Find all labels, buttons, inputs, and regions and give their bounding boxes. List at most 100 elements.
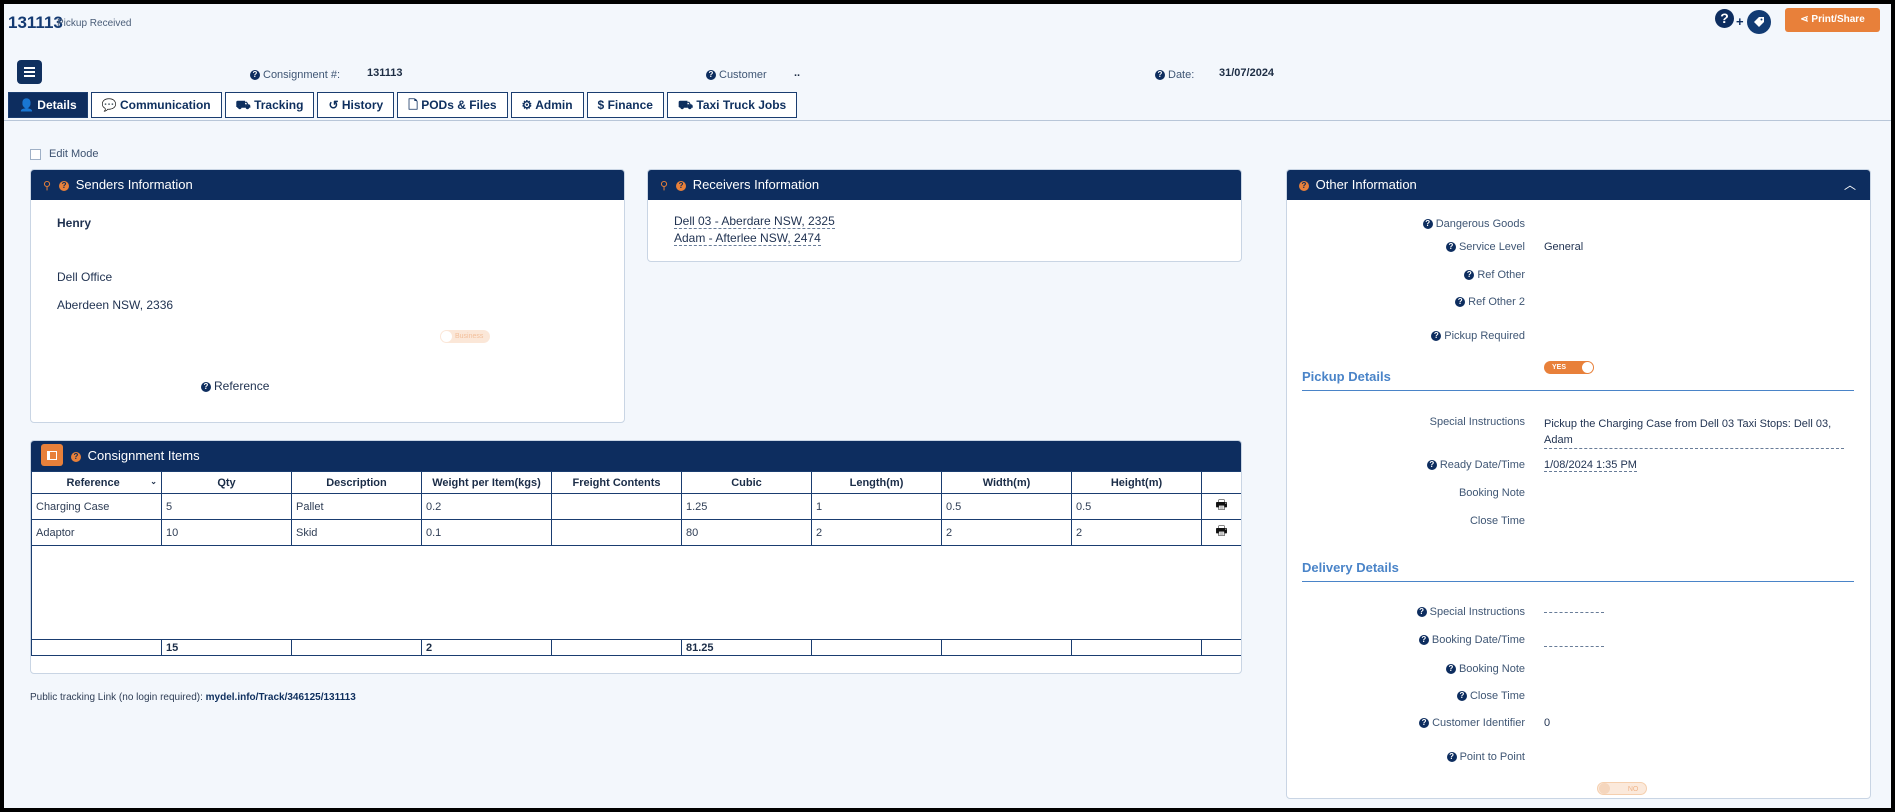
pickup-details-title: Pickup Details: [1302, 369, 1391, 384]
delivery-booking-note-label: Booking Note: [1458, 663, 1525, 675]
columns-toggle-button[interactable]: [41, 444, 63, 467]
help-icon[interactable]: ?: [1455, 297, 1466, 308]
consignment-number-field: ? Consignment #:: [250, 67, 340, 81]
edit-mode-control[interactable]: Edit Mode: [30, 148, 99, 160]
receiver-line[interactable]: Adam - Afterlee NSW, 2474: [674, 231, 821, 246]
tab-taxi-truck-jobs[interactable]: ⛟ Taxi Truck Jobs: [666, 92, 798, 118]
booking-datetime-value[interactable]: [1544, 646, 1604, 647]
tag-button[interactable]: [1747, 10, 1771, 34]
help-icon[interactable]: ?: [1426, 460, 1437, 471]
total-qty: 15: [161, 639, 292, 656]
tab-pods-files[interactable]: 🗋 PODs & Files: [397, 92, 508, 118]
column-header[interactable]: Description: [291, 471, 422, 494]
printer-icon[interactable]: 🖶: [1215, 497, 1227, 512]
help-icon[interactable]: ?: [706, 69, 716, 80]
column-header[interactable]: Height(m): [1071, 471, 1202, 494]
truck-icon: ⛟: [677, 98, 694, 112]
cell-reference: Adaptor: [31, 519, 162, 546]
sender-name: Henry: [57, 216, 92, 230]
print-share-label: Print/Share: [1811, 14, 1865, 25]
gear-icon: ⚙: [521, 98, 533, 112]
customer-identifier-value: 0: [1544, 717, 1551, 729]
print-share-button[interactable]: ⋖ Print/Share: [1785, 8, 1880, 32]
table-row[interactable]: Adaptor 10 Skid 0.1 80 2 2 2 🖶: [31, 519, 1241, 546]
point-to-point-toggle[interactable]: NO: [1597, 782, 1648, 795]
help-icon[interactable]: ?: [1418, 635, 1429, 646]
printer-icon[interactable]: 🖶: [1215, 523, 1227, 538]
total-cubic: 81.25: [681, 639, 812, 656]
collapse-chevron-icon[interactable]: ︿: [1844, 170, 1856, 200]
cell-freight-contents: [551, 519, 682, 546]
cell-cubic: 1.25: [681, 493, 812, 520]
receivers-panel-header: ⚲? Receivers Information: [648, 170, 1241, 200]
business-toggle[interactable]: Business: [440, 330, 490, 343]
plus-icon: +: [1736, 14, 1744, 29]
tracking-label: Public tracking Link (no login required)…: [30, 692, 203, 703]
other-information-header: ? Other Information ︿: [1287, 170, 1870, 200]
column-header[interactable]: Weight per Item(kgs): [421, 471, 552, 494]
consignment-status: Pickup Received: [57, 18, 132, 29]
cell-weight: 0.1: [421, 519, 552, 546]
help-icon[interactable]: ?: [250, 69, 260, 80]
help-icon[interactable]: ?: [1445, 664, 1456, 675]
column-header[interactable]: Reference ⌄: [31, 471, 162, 494]
ready-datetime-value[interactable]: 1/08/2024 1:35 PM: [1544, 459, 1637, 472]
cell-height: 0.5: [1071, 493, 1202, 520]
total-width: [941, 639, 1072, 656]
sender-company: Dell Office: [57, 270, 113, 284]
consignment-items-panel: ? Consignment Items Reference ⌄ Qty Desc…: [30, 440, 1242, 674]
print-label-cell: 🖶: [1201, 493, 1241, 520]
share-icon: ⋖: [1800, 14, 1812, 25]
help-icon[interactable]: ?: [1299, 180, 1309, 191]
dollar-icon: $: [597, 98, 605, 112]
help-icon[interactable]: ?: [1456, 691, 1467, 702]
cell-description: Pallet: [291, 493, 422, 520]
pickup-required-toggle[interactable]: YES: [1544, 361, 1594, 374]
help-icon[interactable]: ?: [1416, 607, 1427, 618]
reference-field: ? Reference: [201, 379, 269, 393]
column-header[interactable]: Cubic: [681, 471, 812, 494]
help-icon[interactable]: ?: [676, 180, 687, 191]
map-pin-icon[interactable]: ⚲: [43, 171, 51, 201]
user-icon: 👤: [19, 98, 34, 112]
help-icon[interactable]: ?: [201, 381, 211, 392]
column-header[interactable]: Qty: [161, 471, 292, 494]
total-description: [291, 639, 422, 656]
table-row[interactable]: Charging Case 5 Pallet 0.2 1.25 1 0.5 0.…: [31, 493, 1241, 520]
column-header[interactable]: Width(m): [941, 471, 1072, 494]
tab-finance[interactable]: $ Finance: [586, 92, 664, 118]
help-icon[interactable]: ?: [1446, 752, 1457, 763]
edit-mode-checkbox[interactable]: [30, 148, 41, 160]
column-header[interactable]: Freight Contents: [551, 471, 682, 494]
menu-button[interactable]: [17, 60, 42, 84]
pickup-special-instructions-value[interactable]: Pickup the Charging Case from Dell 03 Ta…: [1544, 416, 1844, 449]
help-icon[interactable]: ?: [1422, 219, 1433, 230]
pickup-details-divider: [1302, 390, 1854, 391]
tab-history[interactable]: ↺ History: [317, 92, 395, 118]
help-icon[interactable]: ?: [1155, 69, 1165, 80]
map-pin-icon[interactable]: ⚲: [660, 171, 668, 201]
tab-details[interactable]: 👤 Details: [8, 92, 88, 118]
cell-height: 2: [1071, 519, 1202, 546]
help-icon[interactable]: ?: [71, 451, 81, 462]
help-icon[interactable]: ?: [1431, 331, 1442, 342]
help-icon[interactable]: ?: [1419, 718, 1430, 729]
help-icon[interactable]: ?: [59, 180, 70, 191]
help-icon[interactable]: ?: [1445, 242, 1456, 253]
tab-communication[interactable]: 💬 Communication: [90, 92, 222, 118]
tag-icon: [1754, 17, 1764, 27]
tracking-link[interactable]: mydel.info/Track/346125/131113: [206, 692, 356, 703]
help-icon[interactable]: ?: [1464, 270, 1475, 281]
cell-length: 1: [811, 493, 942, 520]
customer-field: ? Customer: [706, 67, 767, 81]
table-empty-area: [31, 545, 1241, 640]
consignment-label: Consignment #:: [263, 69, 341, 81]
delivery-special-instructions-value[interactable]: [1544, 612, 1604, 613]
cell-length: 2: [811, 519, 942, 546]
receiver-line[interactable]: Dell 03 - Aberdare NSW, 2325: [674, 214, 835, 229]
help-icon[interactable]: ?: [1715, 9, 1734, 28]
tab-admin[interactable]: ⚙ Admin: [510, 92, 584, 118]
column-header[interactable]: Length(m): [811, 471, 942, 494]
tab-tracking[interactable]: ⛟ Tracking: [224, 92, 315, 118]
receivers-title: Receivers Information: [692, 177, 820, 192]
